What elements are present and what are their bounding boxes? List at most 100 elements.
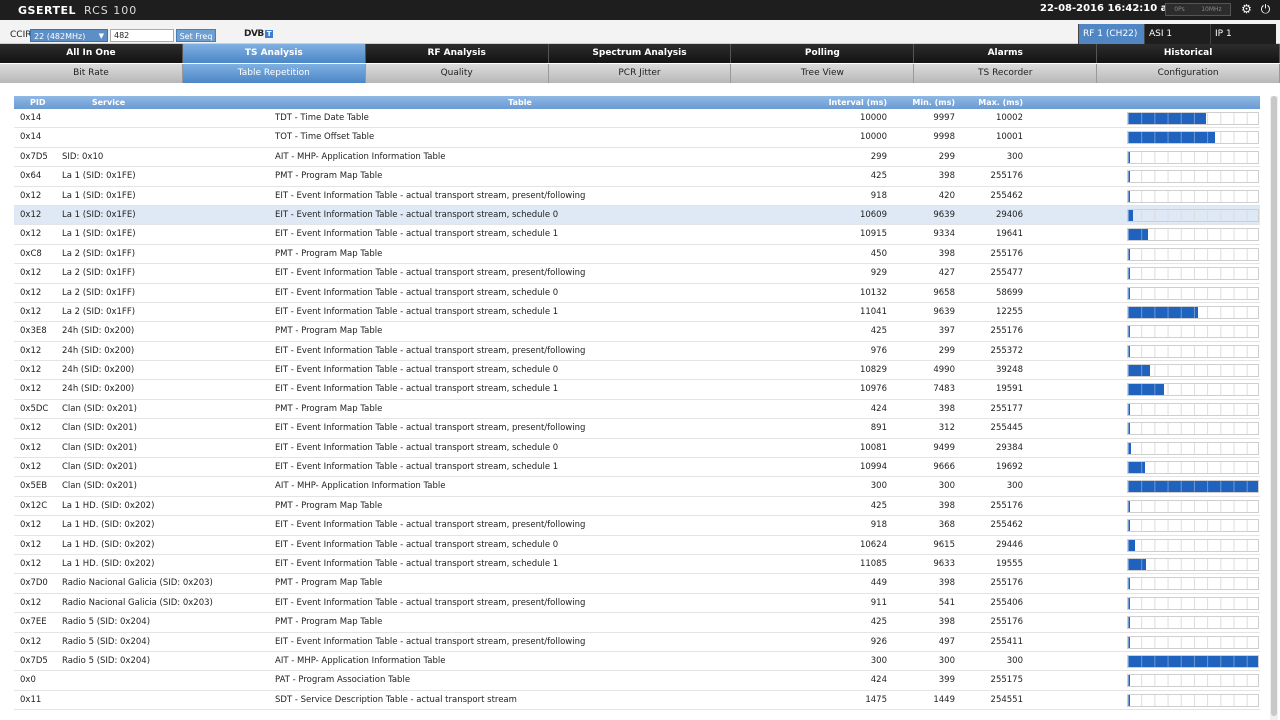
cell-table: EIT - Event Information Table - actual t… <box>275 287 559 298</box>
table-row[interactable]: 0x3E8 24h (SID: 0x200) PMT - Program Map T… <box>14 322 1260 342</box>
dvb-logo-suffix: T <box>264 30 274 38</box>
header-max[interactable]: Max. (ms) <box>955 96 1023 109</box>
table-row[interactable]: 0x7D5 Radio 5 (SID: 0x204) AIT - MHP- Appl… <box>14 652 1260 672</box>
header-interval[interactable]: Interval (ms) <box>805 96 887 109</box>
repetition-bar-track <box>1127 577 1259 591</box>
tab-historical[interactable]: Historical <box>1097 44 1280 63</box>
cell-interval: 424 <box>870 403 887 414</box>
cell-service: La 1 (SID: 0x1FE) <box>62 171 136 182</box>
subtab-table-repetition[interactable]: Table Repetition <box>182 64 366 83</box>
cell-max: 255176 <box>990 500 1023 511</box>
table-row[interactable]: 0x14 TOT - Time Offset Table 10000 9998 1000… <box>14 128 1260 148</box>
cell-pid: 0x5EB <box>20 481 48 492</box>
input-tab-ip1[interactable]: IP 1 <box>1210 24 1276 44</box>
cell-table: EIT - Event Information Table - actual t… <box>275 442 559 453</box>
tab-spectrum-analysis[interactable]: Spectrum Analysis <box>548 44 732 63</box>
gear-icon[interactable]: ⚙ <box>1240 3 1253 16</box>
subtab-ts-recorder[interactable]: TS Recorder <box>914 64 1098 83</box>
table-row[interactable]: 0x12 La 2 (SID: 0x1FF) EIT - Event Informa… <box>14 284 1260 303</box>
repetition-bar <box>1127 613 1259 631</box>
table-row[interactable]: 0x7EE Radio 5 (SID: 0x204) PMT - Program M… <box>14 613 1260 633</box>
cell-max: 29384 <box>995 442 1023 453</box>
cell-interval: 10609 <box>859 209 887 220</box>
table-row[interactable]: 0x12C La 1 HD. (SID: 0x202) PMT - Program … <box>14 497 1260 517</box>
table-repetition-panel: PID Service Table Interval (ms) Min. (ms… <box>14 96 1260 720</box>
set-freq-button[interactable]: Set Freq <box>176 29 216 42</box>
main-tabs: All In One TS Analysis RF Analysis Spect… <box>0 44 1280 63</box>
repetition-bar-fill <box>1128 655 1258 667</box>
subtab-configuration[interactable]: Configuration <box>1097 64 1280 83</box>
cell-interval: 10081 <box>859 442 887 453</box>
subtab-quality[interactable]: Quality <box>365 64 549 83</box>
cell-max: 12255 <box>995 306 1023 317</box>
tab-alarms[interactable]: Alarms <box>914 44 1098 63</box>
table-row[interactable]: 0x12 La 1 (SID: 0x1FE) EIT - Event Informa… <box>14 225 1260 245</box>
frequency-input[interactable] <box>110 29 174 42</box>
input-tab-rf1[interactable]: RF 1 (CH22) <box>1078 24 1144 44</box>
header-min[interactable]: Min. (ms) <box>887 96 955 109</box>
cell-table: TOT - Time Offset Table <box>275 132 375 143</box>
table-row[interactable]: 0x12 La 1 HD. (SID: 0x202) EIT - Event Inf… <box>14 516 1260 536</box>
cell-interval: 918 <box>870 520 887 531</box>
repetition-bar-track <box>1127 228 1259 242</box>
channel-select[interactable]: 22 (482MHz) ▼ <box>30 29 108 42</box>
table-row[interactable]: 0x5EB Clan (SID: 0x201) AIT - MHP- Applica… <box>14 477 1260 497</box>
table-row[interactable]: 0x11 SDT - Service Description Table - ac… <box>14 691 1260 711</box>
table-row[interactable]: 0x12 La 1 (SID: 0x1FE) EIT - Event Informa… <box>14 187 1260 206</box>
table-row[interactable]: 0x12 24h (SID: 0x200) EIT - Event Informat… <box>14 380 1260 400</box>
repetition-bar-track <box>1127 325 1259 339</box>
table-row[interactable]: 0x12 La 1 (SID: 0x1FE) EIT - Event Informa… <box>14 205 1260 226</box>
repetition-bar-track <box>1127 364 1259 378</box>
cell-pid: 0x12 <box>20 539 42 550</box>
input-tab-asi1[interactable]: ASI 1 <box>1144 24 1210 44</box>
table-row[interactable]: 0x12 Radio Nacional Galicia (SID: 0x203) E… <box>14 594 1260 614</box>
table-row[interactable]: 0x5DC Clan (SID: 0x201) PMT - Program Map … <box>14 400 1260 420</box>
repetition-bar-fill <box>1128 365 1151 377</box>
repetition-bar <box>1127 594 1259 612</box>
table-row[interactable]: 0x12 Clan (SID: 0x201) EIT - Event Informa… <box>14 439 1260 459</box>
tab-rf-analysis[interactable]: RF Analysis <box>365 44 549 63</box>
cell-interval: 425 <box>870 500 887 511</box>
table-row[interactable]: 0x12 24h (SID: 0x200) EIT - Event Informat… <box>14 342 1260 362</box>
header-table[interactable]: Table <box>275 96 805 109</box>
table-row[interactable]: 0x12 La 2 (SID: 0x1FF) EIT - Event Informa… <box>14 303 1260 323</box>
repetition-bar <box>1127 187 1259 205</box>
table-row[interactable]: 0x7D5 SID: 0x10 AIT - MHP- Application Inf… <box>14 148 1260 168</box>
cell-table: PMT - Program Map Table <box>275 578 383 589</box>
cell-table: AIT - MHP- Application Information Table <box>275 655 446 666</box>
header-service[interactable]: Service <box>62 96 275 109</box>
cell-max: 29446 <box>995 539 1023 550</box>
cell-table: TDT - Time Date Table <box>275 113 369 123</box>
table-row[interactable]: 0x12 Radio 5 (SID: 0x204) EIT - Event Info… <box>14 633 1260 652</box>
table-row[interactable]: 0x12 Clan (SID: 0x201) EIT - Event Informa… <box>14 419 1260 439</box>
tab-polling[interactable]: Polling <box>731 44 915 63</box>
vertical-scrollbar[interactable] <box>1270 96 1278 720</box>
table-row[interactable]: 0x64 La 1 (SID: 0x1FE) PMT - Program Map T… <box>14 167 1260 187</box>
cell-service: Clan (SID: 0x201) <box>62 462 137 473</box>
cell-pid: 0x12 <box>20 365 42 376</box>
table-row[interactable]: 0x14 TDT - Time Date Table 10000 9997 10002 <box>14 109 1260 129</box>
header-pid[interactable]: PID <box>14 96 62 109</box>
tab-ts-analysis[interactable]: TS Analysis <box>182 44 366 63</box>
repetition-bar-track <box>1127 538 1259 552</box>
table-row[interactable]: 0x12 La 2 (SID: 0x1FF) EIT - Event Informa… <box>14 264 1260 284</box>
subtab-bit-rate[interactable]: Bit Rate <box>0 64 183 83</box>
table-row[interactable]: 0x7D0 Radio Nacional Galicia (SID: 0x203)… <box>14 574 1260 594</box>
subtab-tree-view[interactable]: Tree View <box>731 64 915 83</box>
table-row[interactable]: 0x12 La 1 HD. (SID: 0x202) EIT - Event Inf… <box>14 555 1260 575</box>
cell-service: Clan (SID: 0x201) <box>62 442 137 453</box>
cell-service: La 1 (SID: 0x1FE) <box>62 209 136 220</box>
repetition-bar-fill <box>1128 520 1130 532</box>
table-row[interactable]: 0xC8 La 2 (SID: 0x1FF) PMT - Program Map T… <box>14 245 1260 265</box>
table-row[interactable]: 0x12 Clan (SID: 0x201) EIT - Event Informa… <box>14 458 1260 478</box>
table-row[interactable]: 0x0 PAT - Program Association Table 424 399… <box>14 671 1260 691</box>
repetition-bar <box>1127 633 1259 651</box>
cell-min: 300 <box>938 655 955 666</box>
table-row[interactable]: 0x12 24h (SID: 0x200) EIT - Event Informat… <box>14 361 1260 381</box>
tab-all-in-one[interactable]: All In One <box>0 44 183 63</box>
table-row[interactable]: 0x12 La 1 HD. (SID: 0x202) EIT - Event Inf… <box>14 536 1260 555</box>
cell-pid: 0x7D5 <box>20 151 48 162</box>
scrollbar-thumb[interactable] <box>1271 96 1277 716</box>
subtab-pcr-jitter[interactable]: PCR Jitter <box>548 64 732 83</box>
power-icon[interactable]: ⏻ <box>1259 3 1272 16</box>
